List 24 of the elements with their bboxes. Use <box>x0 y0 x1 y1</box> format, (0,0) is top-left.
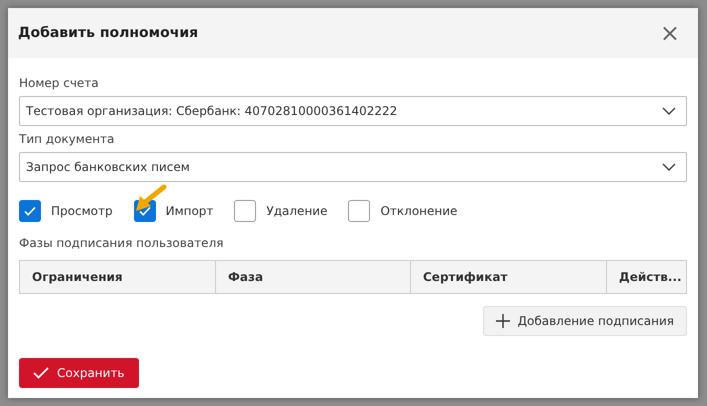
column-header: Сертификат <box>411 261 607 293</box>
checkbox-label: Отклонение <box>380 204 458 218</box>
save-button[interactable]: Сохранить <box>19 358 138 388</box>
checkbox[interactable] <box>19 200 41 222</box>
field-label: Номер счета <box>19 76 100 90</box>
close-button[interactable]: × <box>656 21 684 45</box>
field-label: Тип документа <box>19 132 116 146</box>
column-header: Фаза <box>216 261 411 293</box>
checkbox[interactable] <box>348 200 370 222</box>
caret-icon <box>662 107 676 115</box>
dropdown-field[interactable]: Тестовая организация: Сбербанк: 40702810000361402222 <box>19 96 687 126</box>
dropdown-field[interactable]: Запрос банковских писем <box>19 152 687 182</box>
checkbox-label: Просмотр <box>51 204 113 218</box>
checkbox-label: Импорт <box>166 204 214 218</box>
plus-icon <box>496 314 510 328</box>
checkbox-label: Удаление <box>266 204 328 218</box>
column-header: Действ... <box>618 269 683 286</box>
checkmark-icon <box>33 367 49 379</box>
caret-icon <box>662 163 676 171</box>
dialog-title: Добавить полномочия <box>18 25 198 41</box>
checkbox[interactable] <box>234 200 256 222</box>
column-header: Ограничения <box>20 261 216 293</box>
section-label: Фазы подписания пользователя <box>19 236 224 250</box>
add-signing-button[interactable]: Добавление подписания <box>482 306 687 336</box>
